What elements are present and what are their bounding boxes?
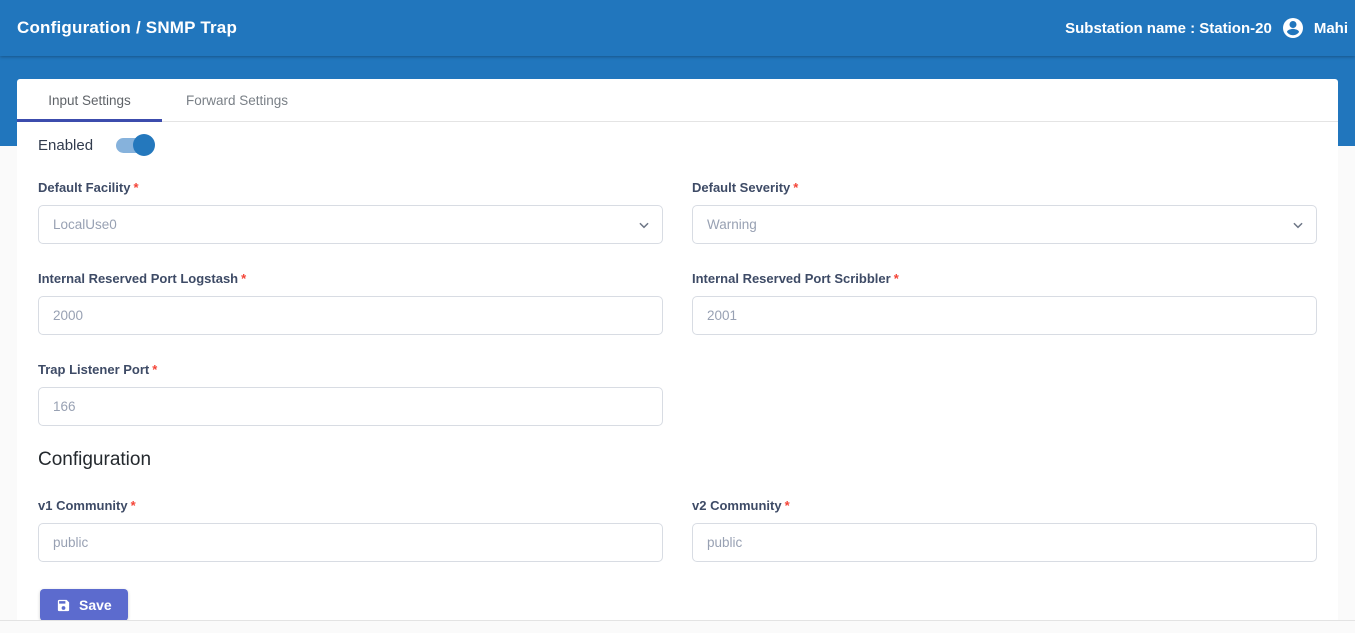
enabled-toggle[interactable] (116, 134, 156, 156)
port-scribbler-input[interactable] (692, 296, 1317, 335)
port-scribbler-control (692, 296, 1317, 335)
save-button[interactable]: Save (40, 589, 128, 621)
snmp-trap-configuration-page: Configuration / SNMP Trap Substation nam… (0, 0, 1355, 627)
label-text: Default Facility (38, 180, 131, 195)
snmp-settings-form: Default Facility * LocalUse0 Default Seve… (17, 156, 1338, 633)
app-header-bar: Configuration / SNMP Trap Substation nam… (0, 0, 1355, 56)
label-text: Default Severity (692, 180, 791, 195)
required-marker: * (152, 362, 158, 377)
required-marker: * (130, 498, 136, 513)
v2-community-control (692, 523, 1317, 562)
field-default-facility: Default Facility * LocalUse0 (38, 180, 663, 244)
port-logstash-control (38, 296, 663, 335)
tab-forward-settings[interactable]: Forward Settings (162, 79, 312, 121)
default-facility-select[interactable]: LocalUse0 (38, 205, 663, 244)
tab-input-settings[interactable]: Input Settings (17, 79, 162, 122)
default-facility-label: Default Facility * (38, 180, 663, 195)
settings-card: Input Settings Forward Settings Enabled … (17, 79, 1338, 621)
field-port-logstash: Internal Reserved Port Logstash * (38, 271, 663, 335)
v1-community-control (38, 523, 663, 562)
enabled-row: Enabled (17, 122, 1338, 156)
port-logstash-label: Internal Reserved Port Logstash * (38, 271, 663, 286)
field-port-scribbler: Internal Reserved Port Scribbler * (692, 271, 1317, 335)
trap-listener-port-control (38, 387, 663, 426)
default-severity-select[interactable]: Warning (692, 205, 1317, 244)
tab-bar: Input Settings Forward Settings (17, 79, 1338, 122)
required-marker: * (133, 180, 139, 195)
field-trap-listener-port: Trap Listener Port * (38, 362, 663, 426)
v1-community-label: v1 Community * (38, 498, 663, 513)
save-icon (56, 598, 71, 613)
trap-listener-port-input[interactable] (38, 387, 663, 426)
field-default-severity: Default Severity * Warning (692, 180, 1317, 244)
v1-community-input[interactable] (38, 523, 663, 562)
label-text: v1 Community (38, 498, 128, 513)
v2-community-label: v2 Community * (692, 498, 1317, 513)
v2-community-input[interactable] (692, 523, 1317, 562)
label-text: v2 Community (692, 498, 782, 513)
page-title: Configuration / SNMP Trap (17, 18, 238, 37)
required-marker: * (793, 180, 799, 195)
label-text: Internal Reserved Port Logstash (38, 271, 239, 286)
label-text: Internal Reserved Port Scribbler (692, 271, 891, 286)
required-marker: * (241, 271, 247, 286)
field-v1-community: v1 Community * (38, 498, 663, 562)
page-bottom-divider (0, 620, 1355, 627)
default-facility-control: LocalUse0 (38, 205, 663, 244)
user-name-label[interactable]: Mahi (1314, 20, 1348, 37)
required-marker: * (893, 271, 899, 286)
port-logstash-input[interactable] (38, 296, 663, 335)
field-v2-community: v2 Community * (692, 498, 1317, 562)
required-marker: * (784, 498, 790, 513)
port-scribbler-label: Internal Reserved Port Scribbler * (692, 271, 1317, 286)
label-text: Trap Listener Port (38, 362, 150, 377)
configuration-section-heading: Configuration (38, 449, 152, 470)
toggle-knob (133, 134, 156, 156)
default-severity-control: Warning (692, 205, 1317, 244)
save-button-label: Save (79, 597, 112, 613)
account-circle-icon[interactable] (1281, 16, 1305, 40)
header-right-group: Substation name : Station-20 Mahi (1065, 16, 1350, 40)
trap-listener-port-label: Trap Listener Port * (38, 362, 663, 377)
substation-name-label: Substation name : Station-20 (1065, 19, 1272, 37)
default-severity-label: Default Severity * (692, 180, 1317, 195)
enabled-label: Enabled (38, 136, 94, 154)
